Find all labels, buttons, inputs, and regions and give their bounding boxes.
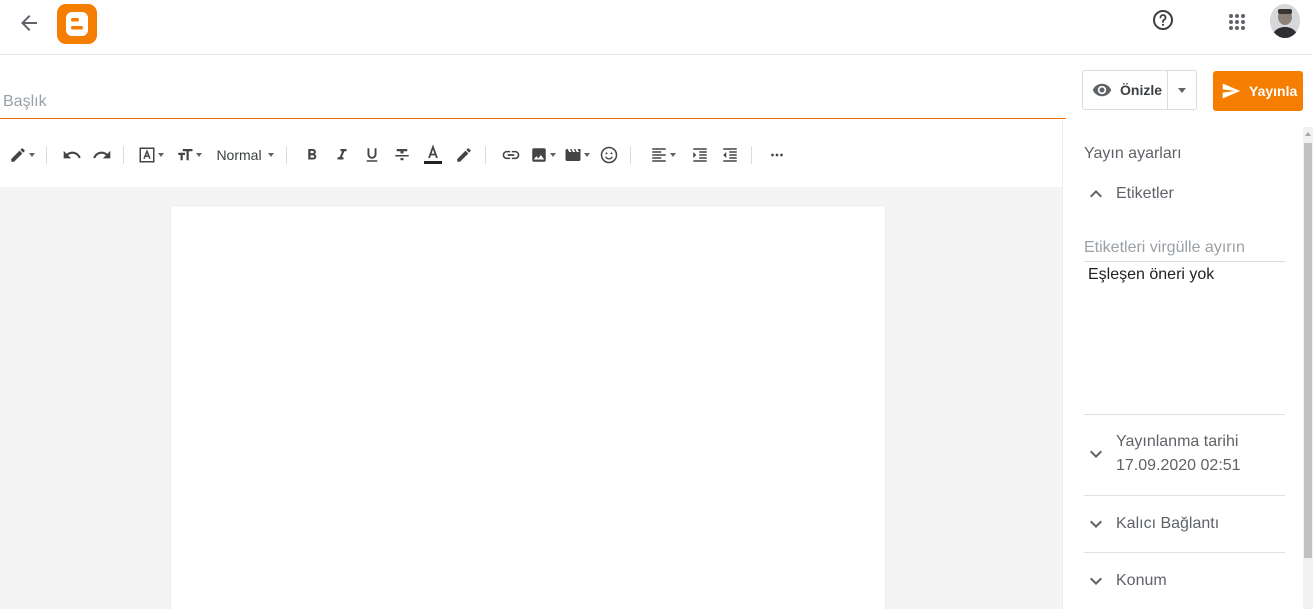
toolbar-divider [630, 146, 631, 164]
chevron-up-icon [1090, 190, 1102, 198]
blogger-logo-icon[interactable] [57, 4, 97, 44]
underline-button[interactable] [357, 141, 387, 169]
align-button[interactable] [643, 141, 683, 169]
paragraph-format-label: Normal [216, 147, 262, 163]
font-button[interactable] [134, 141, 168, 169]
editor-body[interactable] [170, 205, 886, 609]
strikethrough-icon [395, 149, 409, 161]
chevron-down-icon [1178, 88, 1187, 93]
redo-icon [93, 150, 111, 159]
help-circle-icon [1153, 10, 1173, 30]
publish-date-section-toggle[interactable]: Yayınlanma tarihi 17.09.2020 02:51 [1084, 430, 1285, 478]
insert-emoji-button[interactable] [594, 141, 624, 169]
post-title-input[interactable] [0, 86, 1066, 119]
bold-icon [308, 149, 317, 160]
outdent-button[interactable] [715, 141, 745, 169]
smiley-icon [600, 146, 618, 164]
section-divider [1084, 414, 1285, 415]
text-size-icon [178, 149, 193, 161]
bold-button[interactable] [297, 141, 327, 169]
labels-section-toggle[interactable]: Etiketler [1084, 182, 1285, 206]
text-color-button[interactable] [417, 141, 449, 169]
preview-button-group: Önizle [1082, 70, 1197, 110]
text-color-icon [424, 144, 442, 164]
italic-icon [337, 149, 347, 160]
labels-section-title: Etiketler [1116, 185, 1174, 202]
highlight-color-button[interactable] [449, 141, 479, 169]
help-button[interactable] [1151, 8, 1175, 32]
toolbar-divider [123, 146, 124, 164]
redo-button[interactable] [87, 141, 117, 169]
outdent-icon [723, 148, 737, 162]
more-options-button[interactable] [762, 141, 792, 169]
publish-button[interactable]: Yayınla [1213, 71, 1303, 111]
publish-date-title: Yayınlanma tarihi [1116, 433, 1239, 450]
indent-button[interactable] [685, 141, 715, 169]
italic-button[interactable] [327, 141, 357, 169]
preview-dropdown-button[interactable] [1168, 71, 1196, 109]
more-horizontal-icon [771, 153, 783, 157]
permalink-section-toggle[interactable]: Kalıcı Bağlantı [1084, 512, 1285, 536]
scroll-up-arrow[interactable] [1303, 127, 1313, 141]
publish-date-value: 17.09.2020 02:51 [1116, 457, 1241, 474]
publish-label: Yayınla [1249, 83, 1298, 99]
font-icon [139, 147, 155, 163]
toolbar-divider [46, 146, 47, 164]
post-settings-panel: Yayın ayarları Etiketler Eşleşen öneri y… [1062, 120, 1313, 609]
link-icon [502, 150, 520, 160]
permalink-title: Kalıcı Bağlantı [1116, 515, 1220, 532]
font-size-button[interactable] [172, 141, 206, 169]
apps-grid-icon [1229, 14, 1245, 30]
labels-no-suggestions: Eşleşen öneri yok [1088, 266, 1215, 283]
pencil-icon [11, 148, 25, 162]
highlighter-icon [457, 148, 471, 162]
back-button[interactable] [17, 11, 41, 35]
post-settings-heading: Yayın ayarları [1084, 145, 1182, 162]
top-bar [0, 0, 1313, 55]
chevron-down-icon [1090, 577, 1102, 585]
indent-icon [693, 148, 707, 162]
video-icon [565, 149, 581, 161]
apps-button[interactable] [1225, 10, 1249, 34]
labels-input[interactable] [1084, 234, 1285, 262]
underline-icon [366, 148, 378, 162]
undo-button[interactable] [57, 141, 87, 169]
image-icon [532, 148, 546, 162]
undo-icon [63, 150, 81, 159]
insert-video-button[interactable] [560, 141, 594, 169]
location-section-toggle[interactable]: Konum [1084, 569, 1285, 593]
paragraph-format-dropdown[interactable]: Normal [210, 141, 280, 169]
align-left-icon [652, 148, 666, 162]
chevron-down-icon [1090, 450, 1102, 458]
user-avatar-icon [1270, 4, 1300, 38]
toolbar-divider [485, 146, 486, 164]
compose-mode-button[interactable] [4, 141, 40, 169]
chevron-down-icon [1090, 520, 1102, 528]
insert-image-button[interactable] [526, 141, 560, 169]
toolbar-divider [286, 146, 287, 164]
arrow-back-icon [21, 15, 37, 31]
toolbar-divider [751, 146, 752, 164]
section-divider [1084, 495, 1285, 496]
sidebar-scrollbar-thumb[interactable] [1304, 143, 1312, 558]
strikethrough-button[interactable] [387, 141, 417, 169]
editor-toolbar: Normal [0, 135, 1062, 175]
location-title: Konum [1116, 572, 1167, 589]
preview-button[interactable]: Önizle [1083, 71, 1169, 109]
section-divider [1084, 552, 1285, 553]
send-icon [1222, 83, 1241, 99]
insert-link-button[interactable] [496, 141, 526, 169]
eye-icon [1092, 83, 1112, 97]
avatar[interactable] [1270, 4, 1300, 38]
preview-label: Önizle [1120, 82, 1163, 98]
